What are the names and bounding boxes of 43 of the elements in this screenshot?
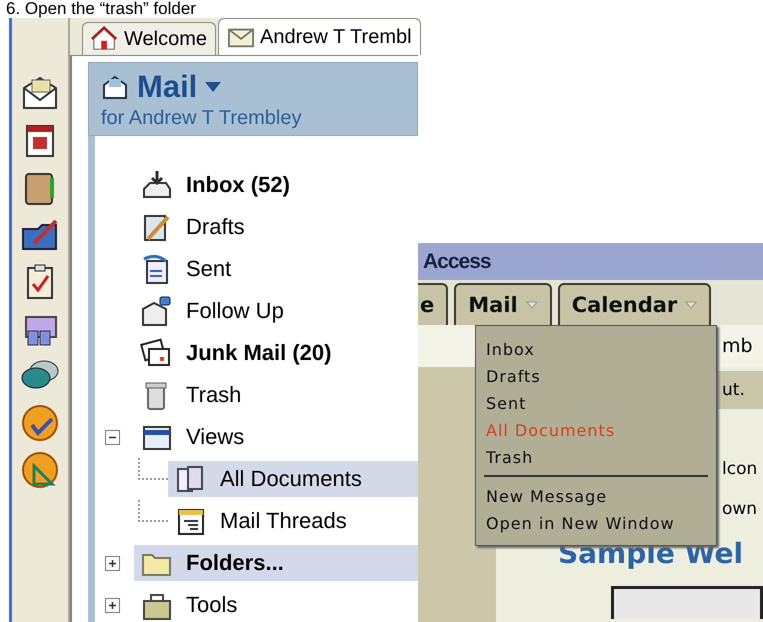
tab[interactable]: Calendar (558, 283, 712, 325)
badge-check-icon[interactable] (20, 403, 60, 443)
folder-item[interactable]: All Documents (168, 461, 418, 497)
badge-ruler-icon[interactable] (20, 450, 60, 490)
menu-item[interactable]: Inbox (476, 336, 716, 363)
stacked-mail-icon (140, 337, 172, 369)
tree-connector (138, 458, 168, 480)
app-title: Access (418, 243, 763, 280)
tab[interactable]: Andrew T Trembl (218, 18, 421, 55)
tab[interactable]: Welcome (82, 22, 216, 55)
folder-item[interactable]: Mail Threads (168, 503, 418, 539)
text-fragment: own (722, 499, 758, 521)
inbox-tray-icon (140, 169, 172, 201)
tab[interactable]: e (418, 283, 448, 325)
menu-item[interactable]: Drafts (476, 363, 716, 390)
expand-toggle-icon[interactable] (105, 556, 120, 570)
folder-item[interactable]: Follow Up (134, 293, 418, 329)
envelope-icon (101, 73, 129, 101)
mail-title[interactable]: Mail (137, 69, 198, 105)
tab[interactable]: Mail (454, 283, 552, 325)
folder-item[interactable]: Drafts (134, 209, 418, 245)
folder-item[interactable]: Junk Mail (20) (134, 335, 418, 371)
collapse-toggle-icon[interactable] (105, 430, 120, 444)
tree-connector (138, 500, 168, 522)
folder-item[interactable]: Views (134, 419, 418, 455)
documents-icon (174, 463, 206, 495)
folder-item[interactable]: Folders... (134, 545, 418, 581)
menu-item[interactable]: Trash (476, 444, 716, 471)
house-icon (91, 26, 119, 52)
text-fragment: lcon (722, 459, 758, 481)
menu-item[interactable]: Sent (476, 390, 716, 417)
folder-item[interactable]: Trash (134, 377, 418, 413)
caret-icon[interactable] (205, 82, 222, 92)
step-caption: 6. Open the “trash” folder (5, 0, 197, 18)
folder-item[interactable]: Tools (134, 587, 418, 622)
mail-owner: for Andrew T Trembley (101, 107, 302, 130)
menu-item[interactable]: New Message (476, 483, 716, 510)
expand-toggle-icon[interactable] (105, 598, 120, 612)
menu-item[interactable]: Open in New Window (476, 510, 716, 537)
text-fragment: mb (722, 335, 753, 357)
folder-item[interactable]: Inbox (52) (134, 167, 418, 203)
text-fragment: ut. (722, 380, 745, 400)
folder-item[interactable]: Sent (134, 251, 418, 287)
